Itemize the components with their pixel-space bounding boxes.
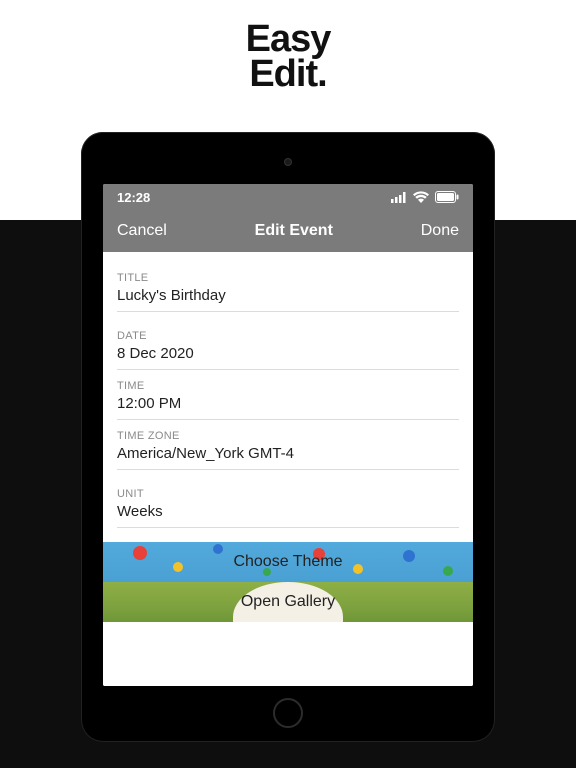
hero-line2: Edit.	[249, 53, 326, 95]
date-label: DATE	[117, 330, 459, 342]
status-indicators	[391, 191, 459, 203]
date-field[interactable]: 8 Dec 2020	[117, 342, 459, 370]
nav-bar: Cancel Edit Event Done	[103, 210, 473, 252]
battery-icon	[435, 191, 459, 203]
status-bar: 12:28	[103, 184, 473, 210]
unit-field[interactable]: Weeks	[117, 500, 459, 528]
device-screen: 12:28 Cancel Edit Event Done TITLE Lucky…	[103, 184, 473, 686]
time-field[interactable]: 12:00 PM	[117, 392, 459, 420]
device-camera-icon	[284, 158, 292, 166]
open-gallery-label: Open Gallery	[241, 593, 335, 611]
cancel-button[interactable]: Cancel	[117, 222, 167, 240]
home-button[interactable]	[273, 698, 303, 728]
timezone-field[interactable]: America/New_York GMT-4	[117, 442, 459, 470]
timezone-label: TIME ZONE	[117, 430, 459, 442]
time-label: TIME	[117, 380, 459, 392]
title-label: TITLE	[117, 272, 459, 284]
status-time: 12:28	[117, 190, 150, 205]
wifi-icon	[413, 191, 429, 203]
choose-theme-label: Choose Theme	[233, 553, 342, 571]
hero-heading: Easy Edit.	[0, 0, 576, 132]
done-button[interactable]: Done	[421, 222, 459, 240]
unit-label: UNIT	[117, 488, 459, 500]
form-content: TITLE Lucky's Birthday DATE 8 Dec 2020 T…	[103, 252, 473, 686]
title-field[interactable]: Lucky's Birthday	[117, 284, 459, 312]
cellular-icon	[391, 192, 407, 203]
open-gallery-button[interactable]: Open Gallery	[103, 582, 473, 622]
tablet-frame: 12:28 Cancel Edit Event Done TITLE Lucky…	[81, 132, 495, 742]
page-title: Edit Event	[255, 222, 333, 240]
choose-theme-button[interactable]: Choose Theme	[103, 542, 473, 582]
